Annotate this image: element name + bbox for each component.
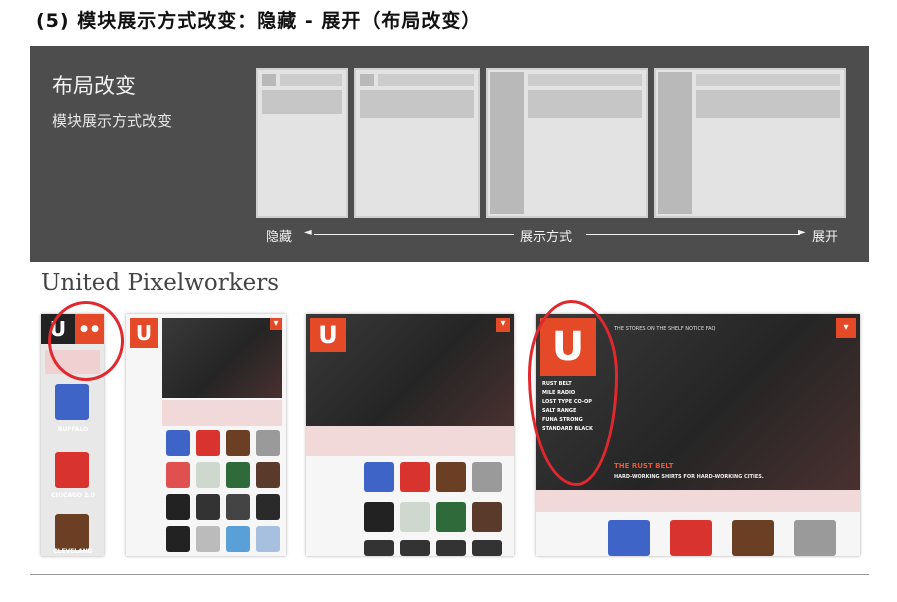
shirt-image xyxy=(55,452,89,488)
shirt-image xyxy=(256,494,280,520)
shirt-image xyxy=(256,430,280,456)
shirt-image xyxy=(794,520,836,556)
wireframe-block xyxy=(360,90,474,118)
annotation-circle-hidden xyxy=(48,301,124,381)
map-banner xyxy=(162,318,282,398)
info-bar xyxy=(306,426,514,456)
wireframe-block xyxy=(262,74,276,86)
card-label: CHICAGO 2.0 xyxy=(51,492,95,499)
shirt-image xyxy=(364,502,394,532)
wireframe-sidebar xyxy=(490,72,524,214)
shirt-image xyxy=(732,520,774,556)
shirt-image xyxy=(256,526,280,552)
shirt-image xyxy=(226,462,250,488)
shirt-image xyxy=(166,462,190,488)
card-label: CLEVELAND xyxy=(53,548,93,555)
cart-icon: ▾ xyxy=(496,318,510,332)
shirt-image xyxy=(256,462,280,488)
shirt-image xyxy=(400,462,430,492)
wireframe-sidebar xyxy=(658,72,692,214)
wireframe-block xyxy=(280,74,342,86)
shirt-image xyxy=(400,502,430,532)
shirt-image xyxy=(166,430,190,456)
shirt-image xyxy=(226,526,250,552)
shirt-image xyxy=(166,526,190,552)
shirt-image xyxy=(472,502,502,532)
arrow-left-icon: ◄ xyxy=(304,227,312,238)
hero-subcaption: HARD-WORKING SHIRTS FOR HARD-WORKING CIT… xyxy=(614,474,764,480)
wireframe-block xyxy=(696,90,840,118)
shirt-image xyxy=(436,502,466,532)
shirt-image xyxy=(364,462,394,492)
top-nav: THE STORES ON THE SHELF NOTICE FAQ xyxy=(614,326,716,332)
card-label: BUFFALO xyxy=(57,426,89,433)
shirt-image xyxy=(400,540,430,556)
axis-line-right xyxy=(586,234,800,235)
shirt-image xyxy=(472,462,502,492)
shirt-image xyxy=(472,540,502,556)
page-heading: (5) 模块展示方式改变：隐藏 - 展开（布局改变） xyxy=(36,10,482,32)
cart-icon[interactable]: ▾ xyxy=(836,318,856,338)
axis-line-left xyxy=(314,234,514,235)
display-mode-label: 展示方式 xyxy=(520,230,573,245)
shirt-image xyxy=(436,540,466,556)
wireframe-block xyxy=(528,74,642,86)
shirt-image xyxy=(196,462,220,488)
shirt-image xyxy=(226,494,250,520)
logo-icon: U xyxy=(130,318,158,348)
cart-icon: ▾ xyxy=(270,318,282,330)
screenshot-tablet-narrow: U ▾ xyxy=(126,314,286,556)
brand-name: United Pixelworkers xyxy=(41,270,280,296)
shirt-image xyxy=(166,494,190,520)
shirt-image xyxy=(608,520,650,556)
wireframe-block xyxy=(262,90,342,114)
display-mode-axis: 隐藏 ◄ 展示方式 ► 展开 xyxy=(266,222,846,246)
wireframe-block xyxy=(378,74,474,86)
info-bar xyxy=(536,490,860,512)
expanded-label: 展开 xyxy=(812,230,839,245)
screenshot-tablet-wide: U ▾ xyxy=(306,314,514,556)
shirt-image xyxy=(364,540,394,556)
wireframe-block xyxy=(360,74,374,86)
info-bar xyxy=(162,400,282,426)
layout-diagram-panel: 布局改变 模块展示方式改变 隐藏 ◄ 展示方式 ► 展开 xyxy=(30,46,869,262)
hero-caption: THE RUST BELT xyxy=(614,462,674,470)
diagram-title: 布局改变 xyxy=(52,74,136,98)
shirt-image xyxy=(55,514,89,550)
wireframe-block xyxy=(528,90,642,118)
shirt-image xyxy=(196,430,220,456)
wireframe-stage-3 xyxy=(486,68,648,218)
shirt-image xyxy=(226,430,250,456)
hidden-label: 隐藏 xyxy=(266,230,293,245)
shirt-image xyxy=(196,526,220,552)
shirt-image xyxy=(436,462,466,492)
shirt-image xyxy=(670,520,712,556)
divider xyxy=(30,574,869,575)
shirt-image xyxy=(55,384,89,420)
logo-icon: U xyxy=(310,318,346,352)
wireframe-hidden xyxy=(256,68,348,218)
shirt-image xyxy=(196,494,220,520)
wireframe-block xyxy=(696,74,840,86)
wireframe-stage-2 xyxy=(354,68,480,218)
diagram-subtitle: 模块展示方式改变 xyxy=(52,112,173,130)
wireframe-expanded xyxy=(654,68,846,218)
arrow-right-icon: ► xyxy=(798,227,806,238)
